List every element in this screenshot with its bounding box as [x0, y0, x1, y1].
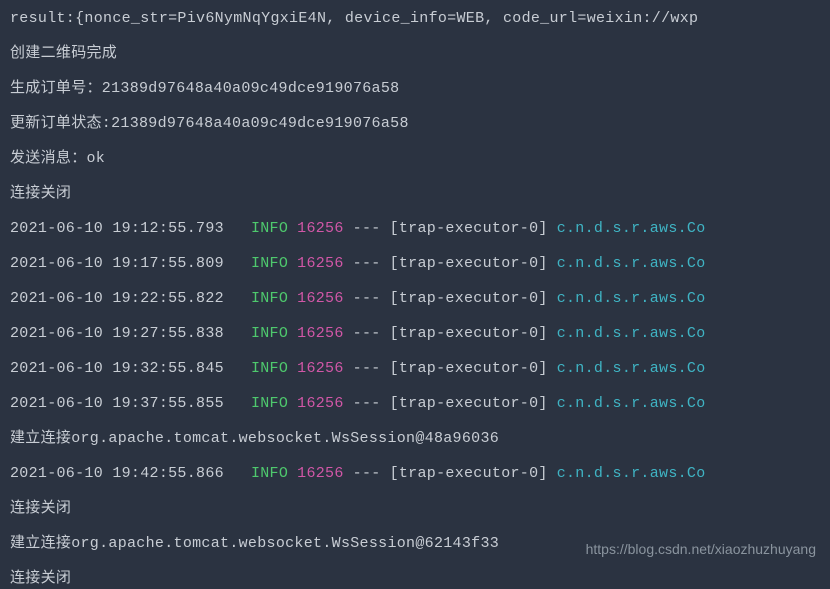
- log-entry: 2021-06-10 19:17:55.809 INFO 16256 --- [trap…: [10, 253, 820, 274]
- log-separator: ---: [353, 255, 381, 272]
- log-thread: [trap-executor-0]: [390, 325, 548, 342]
- log-timestamp: 2021-06-10 19:17:55.809: [10, 255, 224, 272]
- log-text: 连接关闭: [10, 185, 71, 202]
- log-order-generated-line: 生成订单号：21389d97648a40a09c49dce919076a58: [10, 78, 820, 99]
- log-text: 发送消息：ok: [10, 150, 105, 167]
- log-text: result:{nonce_str=Piv6NymNqYgxiE4N, devi…: [10, 10, 698, 27]
- log-entry: 2021-06-10 19:32:55.845 INFO 16256 --- [trap…: [10, 358, 820, 379]
- log-pid: 16256: [297, 360, 344, 377]
- log-thread: [trap-executor-0]: [390, 220, 548, 237]
- log-logger: c.n.d.s.r.aws.Co: [557, 290, 706, 307]
- log-logger: c.n.d.s.r.aws.Co: [557, 360, 706, 377]
- log-timestamp: 2021-06-10 19:22:55.822: [10, 290, 224, 307]
- log-text: 建立连接org.apache.tomcat.websocket.WsSessio…: [10, 430, 499, 447]
- log-pid: 16256: [297, 220, 344, 237]
- log-entry: 2021-06-10 19:42:55.866 INFO 16256 --- [trap…: [10, 463, 820, 484]
- log-conn-closed-line: 连接关闭: [10, 568, 820, 589]
- log-entry: 2021-06-10 19:12:55.793 INFO 16256 --- [trap…: [10, 218, 820, 239]
- log-level: INFO: [251, 360, 288, 377]
- log-text: 连接关闭: [10, 570, 71, 587]
- log-timestamp: 2021-06-10 19:27:55.838: [10, 325, 224, 342]
- log-timestamp: 2021-06-10 19:42:55.866: [10, 465, 224, 482]
- log-level: INFO: [251, 325, 288, 342]
- log-separator: ---: [353, 220, 381, 237]
- log-logger: c.n.d.s.r.aws.Co: [557, 255, 706, 272]
- log-level: INFO: [251, 255, 288, 272]
- log-pid: 16256: [297, 255, 344, 272]
- log-thread: [trap-executor-0]: [390, 255, 548, 272]
- log-entry: 2021-06-10 19:22:55.822 INFO 16256 --- [trap…: [10, 288, 820, 309]
- log-timestamp: 2021-06-10 19:12:55.793: [10, 220, 224, 237]
- log-text: 连接关闭: [10, 500, 71, 517]
- watermark-text: https://blog.csdn.net/xiaozhuzhuyang: [586, 540, 816, 560]
- log-timestamp: 2021-06-10 19:37:55.855: [10, 395, 224, 412]
- log-timestamp: 2021-06-10 19:32:55.845: [10, 360, 224, 377]
- log-level: INFO: [251, 220, 288, 237]
- log-separator: ---: [353, 325, 381, 342]
- log-thread: [trap-executor-0]: [390, 465, 548, 482]
- log-send-msg-line: 发送消息：ok: [10, 148, 820, 169]
- log-text: 创建二维码完成: [10, 45, 117, 62]
- log-separator: ---: [353, 290, 381, 307]
- log-logger: c.n.d.s.r.aws.Co: [557, 465, 706, 482]
- log-thread: [trap-executor-0]: [390, 290, 548, 307]
- log-qrcode-line: 创建二维码完成: [10, 43, 820, 64]
- log-thread: [trap-executor-0]: [390, 395, 548, 412]
- log-text: 生成订单号：21389d97648a40a09c49dce919076a58: [10, 80, 399, 97]
- log-entry: 2021-06-10 19:27:55.838 INFO 16256 --- [trap…: [10, 323, 820, 344]
- log-separator: ---: [353, 360, 381, 377]
- log-text: 更新订单状态:21389d97648a40a09c49dce919076a58: [10, 115, 409, 132]
- log-conn-established-line: 建立连接org.apache.tomcat.websocket.WsSessio…: [10, 428, 820, 449]
- log-entry: 2021-06-10 19:37:55.855 INFO 16256 --- [trap…: [10, 393, 820, 414]
- log-logger: c.n.d.s.r.aws.Co: [557, 220, 706, 237]
- log-conn-closed-line: 连接关闭: [10, 498, 820, 519]
- log-logger: c.n.d.s.r.aws.Co: [557, 395, 706, 412]
- log-order-updated-line: 更新订单状态:21389d97648a40a09c49dce919076a58: [10, 113, 820, 134]
- log-conn-closed-line: 连接关闭: [10, 183, 820, 204]
- log-level: INFO: [251, 290, 288, 307]
- log-separator: ---: [353, 465, 381, 482]
- log-level: INFO: [251, 395, 288, 412]
- log-thread: [trap-executor-0]: [390, 360, 548, 377]
- log-text: 建立连接org.apache.tomcat.websocket.WsSessio…: [10, 535, 499, 552]
- log-level: INFO: [251, 465, 288, 482]
- log-pid: 16256: [297, 395, 344, 412]
- log-result-line: result:{nonce_str=Piv6NymNqYgxiE4N, devi…: [10, 8, 820, 29]
- log-pid: 16256: [297, 465, 344, 482]
- log-separator: ---: [353, 395, 381, 412]
- log-pid: 16256: [297, 290, 344, 307]
- log-pid: 16256: [297, 325, 344, 342]
- log-logger: c.n.d.s.r.aws.Co: [557, 325, 706, 342]
